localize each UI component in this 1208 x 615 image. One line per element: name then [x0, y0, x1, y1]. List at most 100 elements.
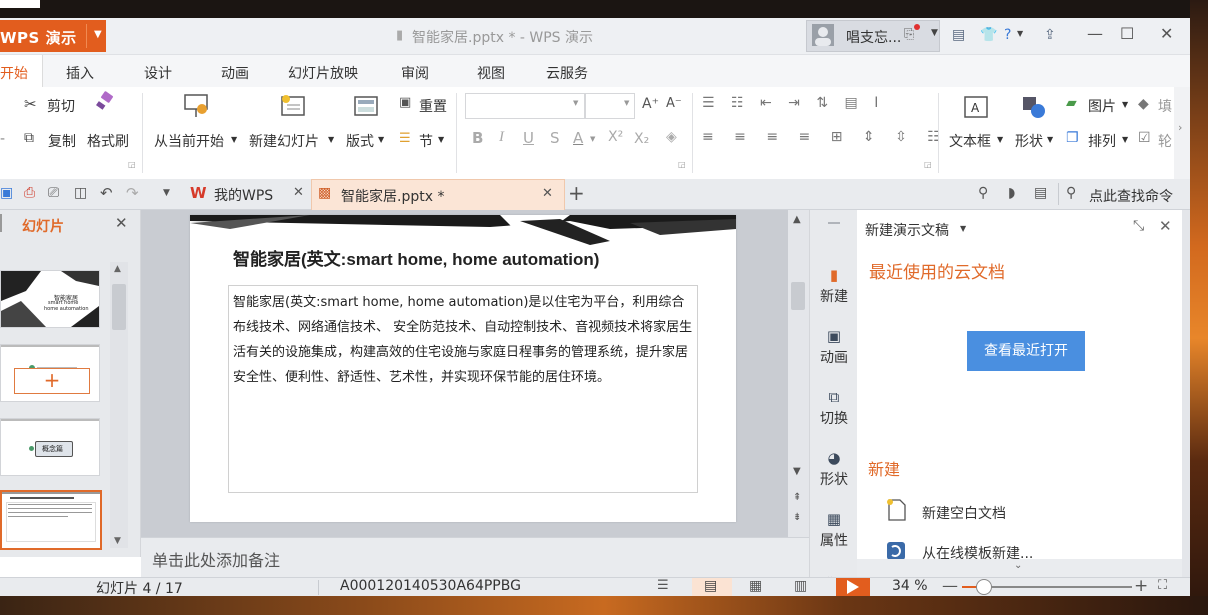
- reading-view-icon[interactable]: ▥: [794, 578, 807, 594]
- chevron-right-icon[interactable]: ›: [1178, 121, 1182, 134]
- pin-icon[interactable]: ⚲: [978, 185, 988, 201]
- chevron-down-icon[interactable]: ▼: [931, 28, 938, 38]
- arrange-button[interactable]: 排列: [1088, 131, 1116, 151]
- superscript-icon[interactable]: X²: [608, 129, 623, 145]
- chevron-down-icon[interactable]: ▼: [231, 135, 237, 144]
- close-tab-icon[interactable]: ✕: [542, 186, 553, 201]
- collapse-icon[interactable]: ⤡: [1133, 218, 1144, 234]
- skin-icon[interactable]: 👕: [980, 27, 997, 43]
- chevron-down-icon[interactable]: ▼: [328, 135, 334, 144]
- chevron-down-icon[interactable]: ▼: [960, 224, 966, 233]
- italic-icon[interactable]: I: [499, 129, 504, 146]
- launcher-icon[interactable]: ◲: [924, 160, 932, 169]
- tab-review[interactable]: 审阅: [401, 63, 429, 83]
- current-slide[interactable]: 智能家居(英文:smart home, home automation) 智能家…: [190, 215, 736, 522]
- chevron-down-icon[interactable]: ▼: [1122, 100, 1128, 109]
- tab-view[interactable]: 视图: [477, 63, 505, 83]
- reset-button[interactable]: 重置: [419, 96, 447, 116]
- textbox-button[interactable]: 文本框: [949, 131, 991, 151]
- save-icon[interactable]: ▣: [0, 185, 13, 201]
- subscript-icon[interactable]: X₂: [634, 131, 649, 147]
- minimize-button[interactable]: —: [1087, 24, 1103, 43]
- scroll-thumb[interactable]: [112, 284, 126, 330]
- undo-icon[interactable]: ↶: [100, 184, 113, 202]
- slide-thumbnail-1[interactable]: 智能家居 smart home home automation: [0, 270, 100, 328]
- launcher-icon[interactable]: ◲: [128, 160, 136, 169]
- slide-body-textbox[interactable]: 智能家居(英文:smart home, home automation)是以住宅…: [228, 285, 698, 493]
- pdf-icon[interactable]: ⎙: [24, 185, 35, 201]
- sidebar-shape[interactable]: ◕ 形状: [810, 449, 858, 509]
- bookmark-icon[interactable]: ◗: [1008, 185, 1015, 201]
- outline-button[interactable]: 轮: [1158, 131, 1172, 151]
- redo-icon[interactable]: ↷: [126, 184, 139, 202]
- paragraph-tools-row2[interactable]: ≡ ≡ ≡ ≡ ⊞ ⇕ ⇳ ☷: [702, 129, 948, 145]
- shape-button[interactable]: 形状: [1015, 131, 1043, 151]
- font-name-select[interactable]: [465, 93, 585, 119]
- user-name[interactable]: 唱支忘...: [846, 27, 901, 47]
- from-current-button[interactable]: 从当前开始: [154, 131, 224, 151]
- new-tab-icon[interactable]: +: [568, 181, 585, 205]
- search-command-field[interactable]: 点此查找命令: [1089, 186, 1173, 206]
- chevron-down-icon[interactable]: ⌄: [1014, 560, 1022, 571]
- share-icon[interactable]: ⎘: [904, 27, 914, 42]
- close-button[interactable]: ✕: [1160, 24, 1173, 43]
- chevron-down-icon[interactable]: ▼: [1122, 135, 1128, 144]
- app-menu-button[interactable]: WPS 演示 ▼: [0, 20, 106, 52]
- font-grow-icon[interactable]: A⁺: [642, 96, 659, 112]
- normal-view-button[interactable]: ▤: [692, 578, 732, 596]
- launcher-icon[interactable]: ◲: [678, 160, 686, 169]
- slide-thumbnail-3[interactable]: 概念篇: [0, 418, 100, 476]
- chevron-down-icon[interactable]: ▼: [163, 188, 170, 198]
- tab-my-wps[interactable]: W 我的WPS ✕: [184, 179, 310, 209]
- search-icon[interactable]: ⚲: [1066, 185, 1076, 201]
- help-icon[interactable]: ?: [1004, 27, 1011, 43]
- chevron-down-icon[interactable]: ▼: [378, 135, 384, 144]
- print-preview-icon[interactable]: ◫: [74, 185, 87, 201]
- clear-format-icon[interactable]: ◈: [666, 129, 677, 145]
- add-slide-button[interactable]: +: [14, 368, 90, 394]
- paste-fragment[interactable]: -: [0, 131, 5, 147]
- chevron-down-icon[interactable]: ▼: [997, 135, 1003, 144]
- slides-scrollbar[interactable]: ▲ ▼: [110, 262, 128, 548]
- slide-thumbnail-4-selected[interactable]: [0, 490, 102, 550]
- bold-icon[interactable]: B: [472, 129, 483, 147]
- chevron-down-icon[interactable]: ▼: [573, 99, 578, 107]
- sidebar-new[interactable]: ▮ 新建: [810, 266, 858, 326]
- sidebar-properties[interactable]: ▦ 属性: [810, 510, 858, 570]
- mail-icon[interactable]: ▤: [952, 27, 965, 43]
- chevron-down-icon[interactable]: ▼: [1047, 135, 1053, 144]
- sidebar-animation[interactable]: ▣ 动画: [810, 327, 858, 387]
- slide-title[interactable]: 智能家居(英文:smart home, home automation): [233, 245, 599, 270]
- restore-box-icon[interactable]: ⇪: [1044, 27, 1056, 43]
- tab-insert[interactable]: 插入: [66, 63, 94, 83]
- avatar[interactable]: [812, 24, 834, 46]
- picture-button[interactable]: 图片: [1088, 96, 1116, 116]
- notes-pane[interactable]: 单击此处添加备注: [141, 537, 809, 578]
- tab-slideshow[interactable]: 幻灯片放映: [288, 63, 358, 83]
- chevron-down-icon[interactable]: ▼: [1017, 29, 1023, 38]
- play-slideshow-button[interactable]: [836, 578, 870, 596]
- slides-panel-title[interactable]: 幻灯片: [22, 216, 64, 236]
- print-icon[interactable]: ⎚: [48, 185, 59, 201]
- close-tab-icon[interactable]: ✕: [293, 185, 304, 200]
- scroll-thumb[interactable]: [791, 282, 805, 310]
- fit-window-icon[interactable]: ⛶: [1158, 578, 1167, 593]
- tab-animation[interactable]: 动画: [221, 63, 249, 83]
- task-pane-title[interactable]: 新建演示文稿: [865, 220, 949, 240]
- sidebar-transition[interactable]: ⧉ 切换: [810, 388, 858, 448]
- strikethrough-icon[interactable]: S: [550, 129, 560, 147]
- prev-slide-icon[interactable]: ⇞: [793, 492, 801, 503]
- close-pane-icon[interactable]: ✕: [1159, 217, 1172, 235]
- copy-button[interactable]: 复制: [48, 131, 76, 151]
- chevron-down-icon[interactable]: ▼: [624, 99, 629, 107]
- tab-home[interactable]: 开始: [0, 55, 43, 87]
- format-painter-button[interactable]: 格式刷: [87, 131, 129, 151]
- new-blank-doc-link[interactable]: 新建空白文档: [922, 503, 1006, 523]
- chevron-down-icon[interactable]: ▼: [590, 135, 595, 143]
- layout-button[interactable]: 版式: [346, 131, 374, 151]
- paragraph-tools-row1[interactable]: ☰ ☷ ⇤ ⇥ ⇅ ▤ Ⅰ: [702, 95, 884, 111]
- next-slide-icon[interactable]: ⇟: [793, 512, 801, 523]
- cut-button[interactable]: 剪切: [47, 96, 75, 116]
- tab-cloud[interactable]: 云服务: [546, 63, 588, 83]
- zoom-out-icon[interactable]: —: [942, 576, 958, 595]
